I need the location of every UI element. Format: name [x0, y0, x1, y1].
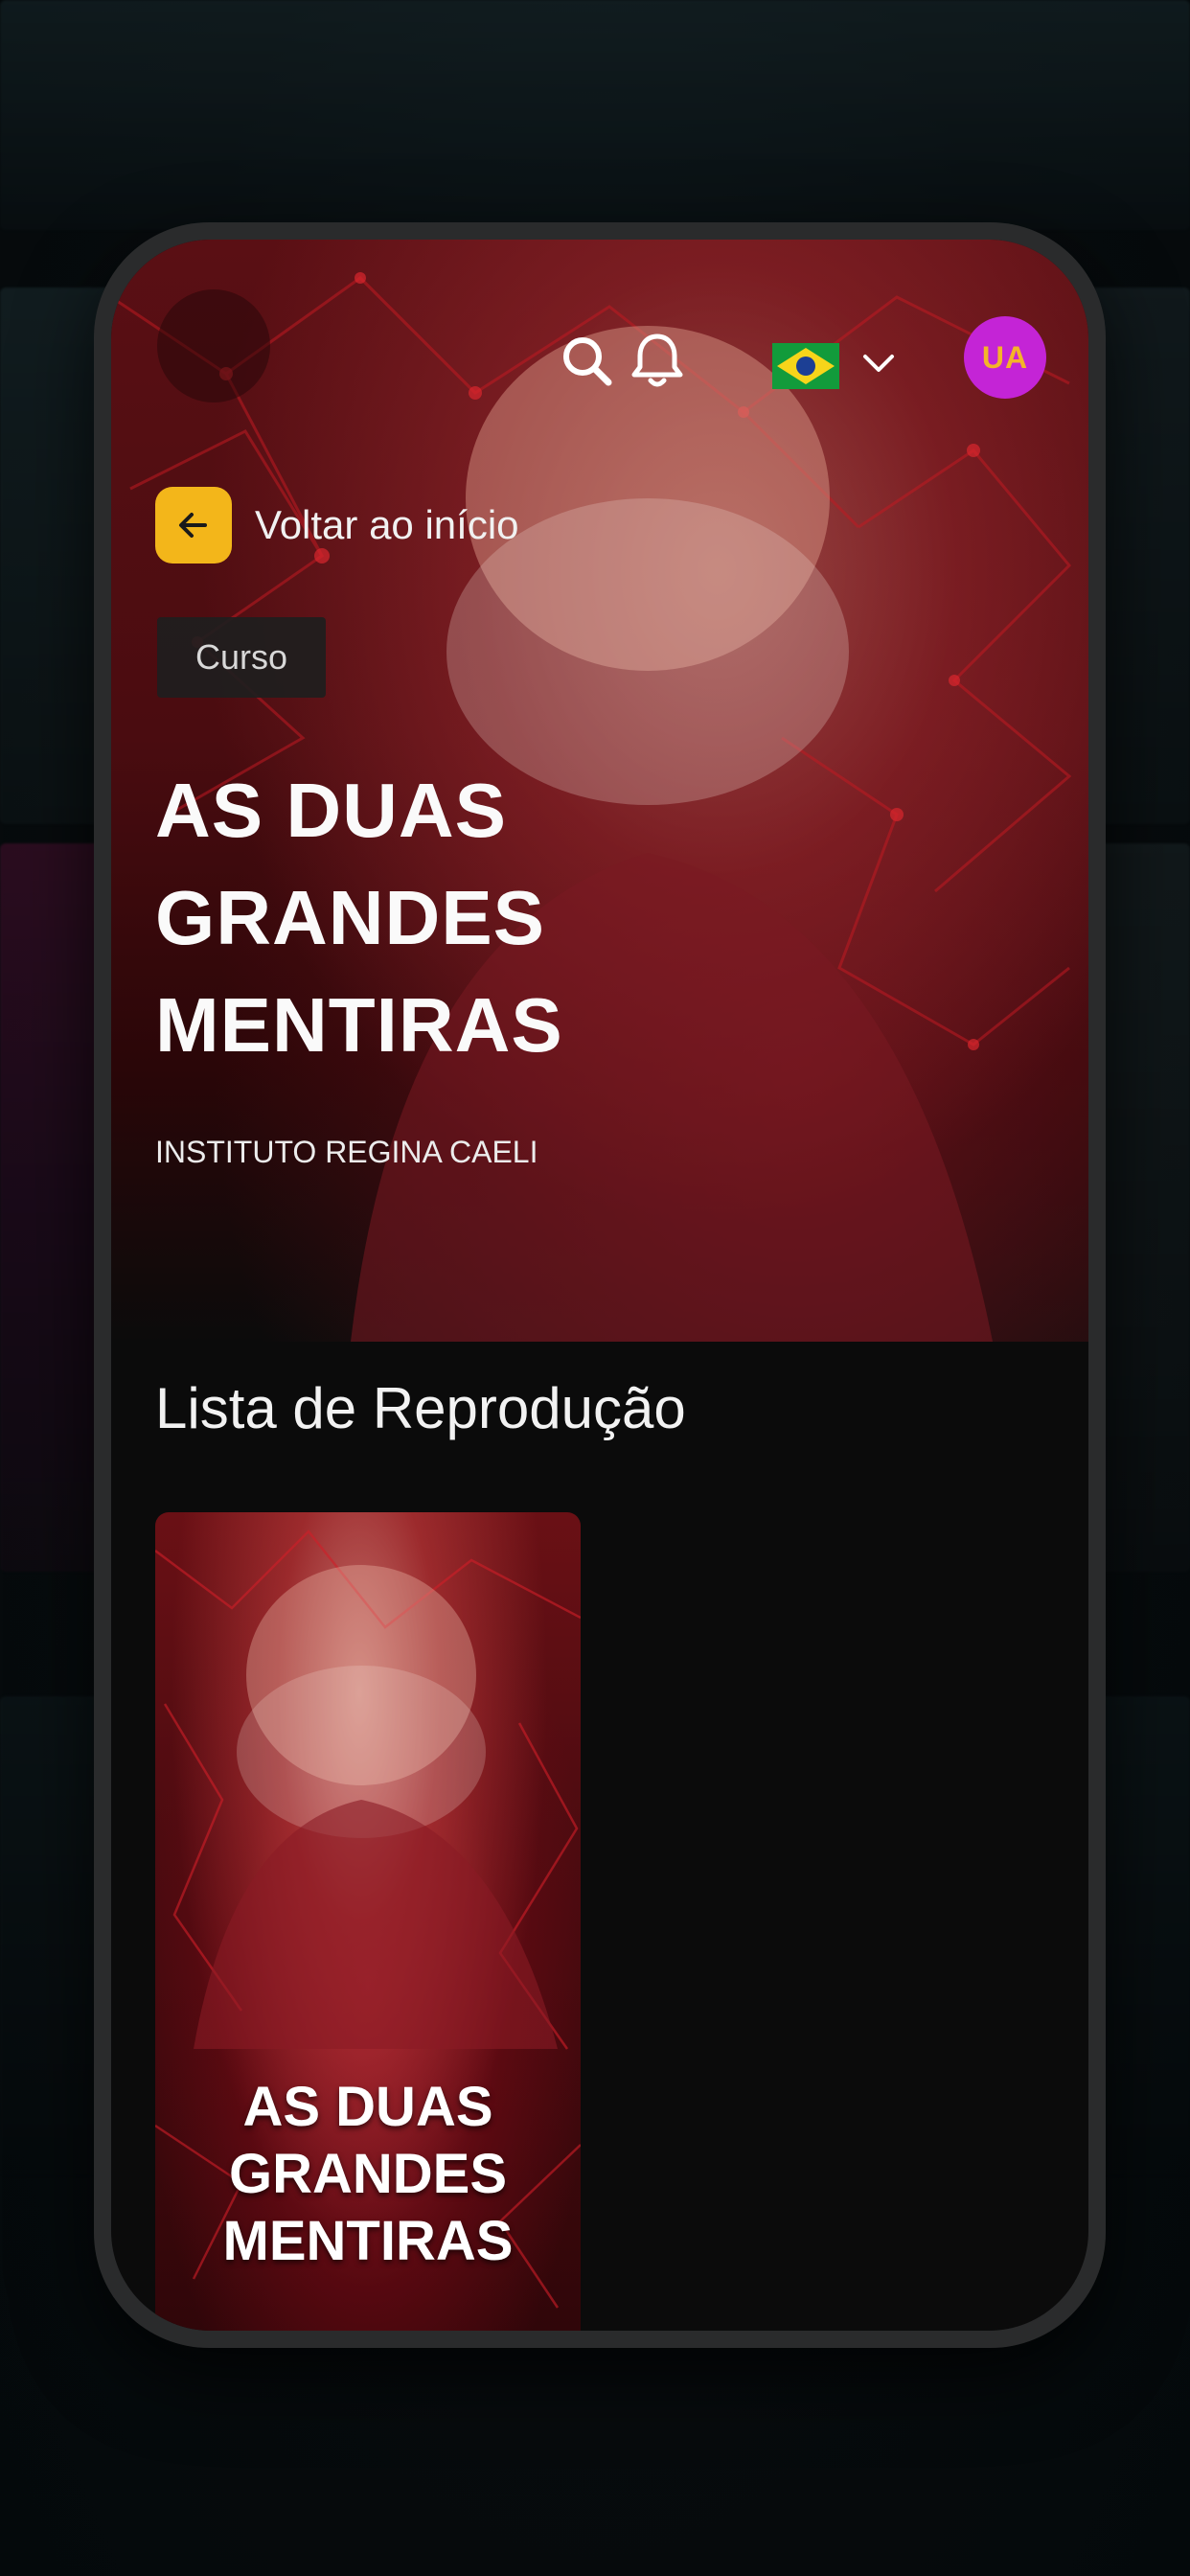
- phone-frame: UA Voltar ao início Curso AS DUAS GRANDE…: [94, 222, 1106, 2348]
- user-avatar[interactable]: UA: [964, 316, 1046, 399]
- card-title-line: AS DUAS: [242, 2076, 493, 2138]
- playlist-item-card[interactable]: AS DUAS GRANDES MENTIRAS: [155, 1512, 581, 2331]
- course-author: INSTITUTO REGINA CAELI: [155, 1135, 538, 1169]
- search-icon[interactable]: [554, 328, 621, 395]
- course-title-line: AS DUAS: [155, 768, 508, 853]
- course-title-line: GRANDES: [155, 875, 546, 960]
- profile-placeholder: [157, 289, 270, 402]
- chevron-down-icon[interactable]: [855, 339, 903, 387]
- notification-bell-icon[interactable]: [619, 324, 696, 397]
- card-title-line: MENTIRAS: [222, 2210, 514, 2272]
- course-title-line: MENTIRAS: [155, 982, 563, 1068]
- background-tile: [0, 0, 1190, 230]
- playlist-section-title: Lista de Reprodução: [155, 1376, 686, 1440]
- app-screen: UA Voltar ao início Curso AS DUAS GRANDE…: [111, 240, 1088, 2331]
- content-type-tag: Curso: [157, 617, 327, 698]
- arrow-left-icon: [179, 513, 207, 538]
- back-button[interactable]: [155, 487, 232, 564]
- brazil-flag-icon[interactable]: [772, 343, 839, 389]
- back-link-label[interactable]: Voltar ao início: [255, 498, 519, 552]
- card-title-line: GRANDES: [228, 2143, 508, 2205]
